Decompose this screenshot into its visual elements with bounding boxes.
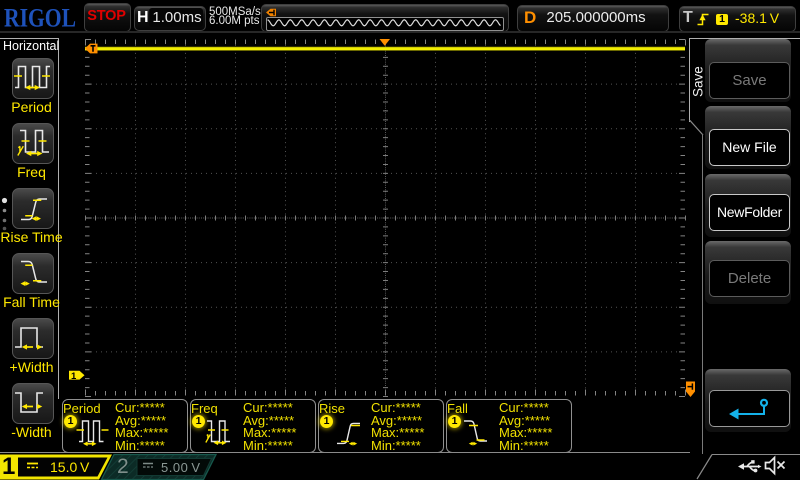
svg-text:1: 1 bbox=[71, 371, 77, 382]
